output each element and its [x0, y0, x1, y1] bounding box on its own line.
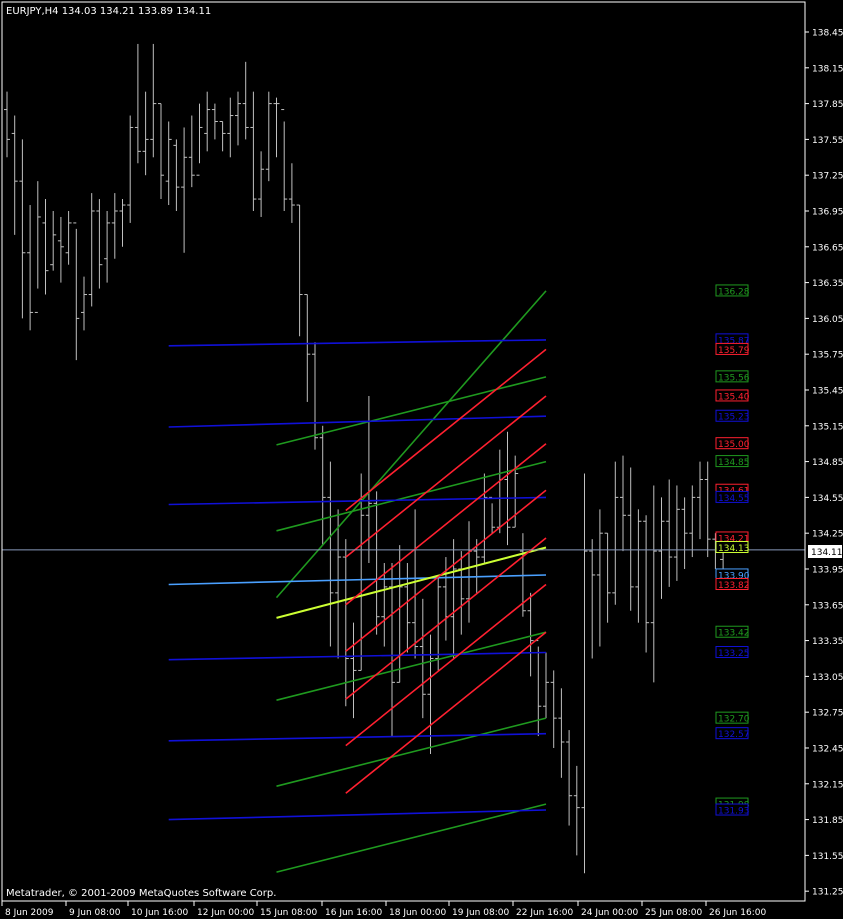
y-tick-label: 135.45 — [812, 386, 843, 396]
y-tick-label: 132.75 — [812, 709, 843, 719]
y-tick-label: 136.35 — [812, 279, 843, 289]
y-tick-label: 133.35 — [812, 637, 843, 647]
y-tick-label: 138.15 — [812, 64, 843, 74]
price-label-text: 135.79 — [718, 346, 750, 356]
x-tick-label: 8 Jun 2009 — [5, 908, 54, 918]
y-tick-label: 133.05 — [812, 673, 843, 683]
y-tick-label: 136.95 — [812, 207, 843, 217]
price-label-text: 136.28 — [718, 287, 750, 297]
window-title: EURJPY,H4 134.03 134.21 133.89 134.11 — [6, 6, 211, 17]
price-label-text: 135.00 — [718, 440, 750, 450]
price-label-text: 135.40 — [718, 392, 750, 402]
y-tick-label: 134.85 — [812, 458, 843, 468]
x-tick-label: 16 Jun 16:00 — [325, 908, 382, 918]
price-label-text: 135.56 — [718, 373, 750, 383]
y-tick-label: 133.65 — [812, 601, 843, 611]
y-tick-label: 136.65 — [812, 243, 843, 253]
x-tick-label: 18 Jun 00:00 — [389, 908, 446, 918]
copyright-text: Metatrader, © 2001-2009 MetaQuotes Softw… — [6, 888, 276, 899]
current-price-value: 134.11 — [811, 548, 843, 558]
y-tick-label: 138.45 — [812, 29, 843, 39]
price-label-text: 134.13 — [718, 544, 750, 554]
price-label-text: 133.42 — [718, 629, 750, 639]
y-tick-label: 137.85 — [812, 100, 843, 110]
current-price-marker: 134.11 — [808, 545, 843, 558]
price-chart[interactable]: 136.28135.87135.79135.56135.40135.23135.… — [0, 0, 843, 919]
x-tick-label: 19 Jun 08:00 — [452, 908, 509, 918]
x-tick-label: 15 Jun 08:00 — [260, 908, 317, 918]
y-tick-label: 132.15 — [812, 780, 843, 790]
x-tick-label: 22 Jun 16:00 — [516, 908, 573, 918]
y-tick-label: 137.25 — [812, 172, 843, 182]
y-tick-label: 134.25 — [812, 530, 843, 540]
x-tick-label: 9 Jun 08:00 — [69, 908, 121, 918]
price-label-text: 132.57 — [718, 730, 750, 740]
y-tick-label: 131.85 — [812, 816, 843, 826]
price-label-text: 132.70 — [718, 715, 750, 725]
y-tick-label: 136.05 — [812, 315, 843, 325]
price-label-text: 133.25 — [718, 649, 750, 659]
x-tick-label: 24 Jun 00:00 — [581, 908, 638, 918]
y-tick-label: 133.95 — [812, 565, 843, 575]
price-label-text: 131.93 — [718, 807, 750, 817]
x-tick-label: 25 Jun 08:00 — [645, 908, 702, 918]
x-tick-label: 12 Jun 00:00 — [197, 908, 254, 918]
x-tick-label: 26 Jun 16:00 — [709, 908, 766, 918]
price-label-text: 134.55 — [718, 494, 750, 504]
price-label-text: 134.85 — [718, 458, 750, 468]
y-tick-label: 135.15 — [812, 422, 843, 432]
price-label-text: 135.23 — [718, 413, 750, 423]
y-tick-label: 132.45 — [812, 744, 843, 754]
y-tick-label: 131.55 — [812, 852, 843, 862]
price-label-text: 133.82 — [718, 581, 750, 591]
y-tick-label: 131.25 — [812, 888, 843, 898]
y-tick-label: 135.75 — [812, 351, 843, 361]
y-tick-label: 137.55 — [812, 136, 843, 146]
y-tick-label: 134.55 — [812, 494, 843, 504]
x-tick-label: 10 Jun 16:00 — [131, 908, 188, 918]
